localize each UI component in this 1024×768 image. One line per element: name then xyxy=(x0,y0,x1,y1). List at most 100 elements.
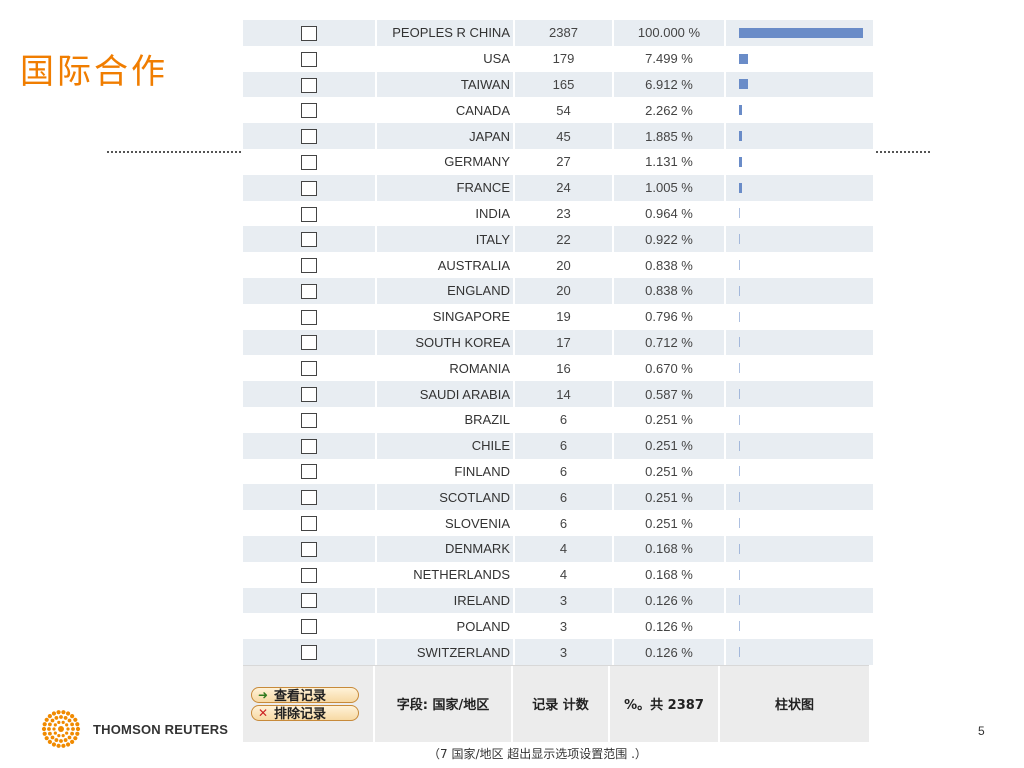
country-name: GERMANY xyxy=(376,148,515,175)
percent-bar xyxy=(739,260,740,271)
row-checkbox-cell xyxy=(243,148,377,175)
table-row: SINGAPORE 19 0.796 % xyxy=(243,303,875,330)
country-name: TAIWAN xyxy=(376,71,515,98)
row-checkbox-cell xyxy=(243,200,377,227)
percent-bar xyxy=(739,156,742,167)
row-checkbox[interactable] xyxy=(301,258,317,274)
row-checkbox[interactable] xyxy=(301,645,317,661)
record-count: 4 xyxy=(514,535,614,562)
exclude-records-label: 排除记录 xyxy=(274,707,327,723)
row-checkbox[interactable] xyxy=(301,516,317,532)
bar-cell xyxy=(725,432,875,459)
table-row: IRELAND 3 0.126 % xyxy=(243,587,875,614)
row-checkbox[interactable] xyxy=(301,464,317,480)
table-row: POLAND 3 0.126 % xyxy=(243,613,875,640)
row-checkbox-cell xyxy=(243,381,377,407)
record-percent: 0.712 % xyxy=(613,329,726,356)
row-checkbox[interactable] xyxy=(301,361,317,377)
row-checkbox[interactable] xyxy=(301,154,317,170)
table-row: SWITZERLAND 3 0.126 % xyxy=(243,639,875,665)
record-count: 17 xyxy=(514,329,614,356)
row-checkbox[interactable] xyxy=(301,567,317,583)
record-count: 20 xyxy=(514,252,614,278)
record-percent: 6.912 % xyxy=(613,71,726,98)
percent-bar xyxy=(739,234,740,245)
table-row: GERMANY 27 1.131 % xyxy=(243,148,875,175)
record-percent: 0.251 % xyxy=(613,510,726,536)
view-records-button[interactable]: ➜ 查看记录 xyxy=(251,686,359,704)
bar-cell xyxy=(725,613,875,640)
row-checkbox[interactable] xyxy=(301,438,317,454)
results-panel: PEOPLES R CHINA 2387 100.000 % USA 179 7.499 … xyxy=(243,20,875,742)
row-checkbox-cell xyxy=(243,484,377,511)
percent-bar xyxy=(739,466,740,477)
arrow-right-icon: ➜ xyxy=(257,687,269,702)
percent-bar xyxy=(739,131,742,142)
row-checkbox[interactable] xyxy=(301,77,317,93)
row-checkbox[interactable] xyxy=(301,25,317,41)
table-row: SLOVENIA 6 0.251 % xyxy=(243,510,875,536)
record-percent: 1.131 % xyxy=(613,148,726,175)
record-count: 6 xyxy=(514,406,614,433)
percent-bar xyxy=(739,543,740,554)
record-percent: 1.005 % xyxy=(613,174,726,201)
row-checkbox[interactable] xyxy=(301,387,317,403)
row-checkbox[interactable] xyxy=(301,103,317,119)
country-name: IRELAND xyxy=(376,587,515,614)
row-checkbox[interactable] xyxy=(301,593,317,609)
row-checkbox[interactable] xyxy=(301,490,317,506)
row-checkbox[interactable] xyxy=(301,412,317,428)
percent-bar xyxy=(739,337,740,348)
row-checkbox[interactable] xyxy=(301,180,317,196)
bar-cell xyxy=(725,561,875,588)
row-checkbox[interactable] xyxy=(301,51,317,67)
country-name: ENGLAND xyxy=(376,277,515,304)
record-count: 54 xyxy=(514,97,614,124)
field-header[interactable]: 字段: 国家/地区 xyxy=(375,665,513,742)
dotted-divider-left xyxy=(107,151,241,153)
record-percent: 0.168 % xyxy=(613,535,726,562)
record-count: 20 xyxy=(514,277,614,304)
record-percent: 0.838 % xyxy=(613,252,726,278)
record-percent: 0.251 % xyxy=(613,406,726,433)
table-row: INDIA 23 0.964 % xyxy=(243,200,875,227)
country-name: FRANCE xyxy=(376,174,515,201)
row-checkbox[interactable] xyxy=(301,283,317,299)
country-name: ROMANIA xyxy=(376,355,515,382)
row-checkbox[interactable] xyxy=(301,335,317,351)
record-percent: 7.499 % xyxy=(613,45,726,72)
row-checkbox[interactable] xyxy=(301,232,317,248)
row-checkbox-cell xyxy=(243,329,377,356)
row-checkbox[interactable] xyxy=(301,541,317,557)
bar-cell xyxy=(725,303,875,330)
record-percent: 0.251 % xyxy=(613,432,726,459)
percent-bar xyxy=(739,389,740,400)
bar-cell xyxy=(725,148,875,175)
row-checkbox[interactable] xyxy=(301,129,317,145)
exclude-records-button[interactable]: ✕ 排除记录 xyxy=(251,704,359,723)
row-checkbox-cell xyxy=(243,123,377,149)
record-count: 165 xyxy=(514,71,614,98)
country-name: SWITZERLAND xyxy=(376,639,515,665)
percent-bar xyxy=(739,27,863,38)
count-header[interactable]: 记录 计数 xyxy=(513,665,610,742)
row-checkbox[interactable] xyxy=(301,206,317,222)
record-percent: 0.838 % xyxy=(613,277,726,304)
row-checkbox[interactable] xyxy=(301,619,317,635)
bar-cell xyxy=(725,406,875,433)
row-checkbox[interactable] xyxy=(301,309,317,325)
record-percent: 0.670 % xyxy=(613,355,726,382)
percent-bar xyxy=(739,105,742,116)
table-row: PEOPLES R CHINA 2387 100.000 % xyxy=(243,20,875,46)
percent-header[interactable]: %。共 2387 xyxy=(610,665,720,742)
table-row: DENMARK 4 0.168 % xyxy=(243,535,875,562)
record-count: 14 xyxy=(514,381,614,407)
percent-bar xyxy=(739,53,749,64)
bar-cell xyxy=(725,174,875,201)
country-name: DENMARK xyxy=(376,535,515,562)
record-percent: 0.251 % xyxy=(613,484,726,511)
bar-cell xyxy=(725,71,875,98)
table-row: SCOTLAND 6 0.251 % xyxy=(243,484,875,511)
table-footer: ➜ 查看记录 ✕ 排除记录 字段: 国家/地区 记录 计数 %。共 2387 柱… xyxy=(243,664,869,742)
row-checkbox-cell xyxy=(243,561,377,588)
